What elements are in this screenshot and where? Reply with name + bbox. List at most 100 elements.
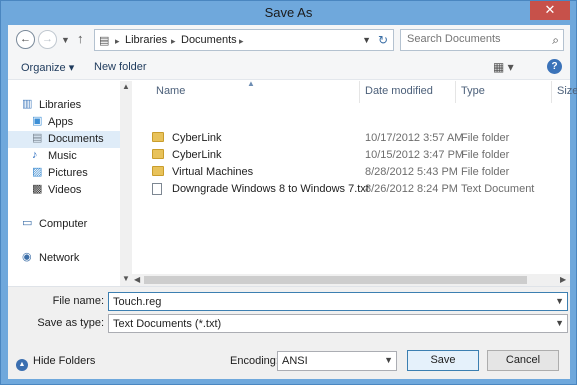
save-options-panel: File name: Touch.reg ▼ Save as type: Tex…	[8, 286, 570, 379]
chevron-down-icon[interactable]: ▼	[384, 355, 393, 365]
title-bar[interactable]: Save As ✕	[1, 1, 576, 25]
file-name-value[interactable]: Touch.reg	[113, 296, 161, 308]
file-date: 10/17/2012 3:57 AM	[365, 132, 464, 144]
column-divider[interactable]	[455, 81, 456, 103]
collapse-icon: ▲	[16, 359, 28, 371]
library-location-icon: ▤	[99, 35, 110, 47]
sidebar-item-label: Documents	[48, 133, 104, 145]
file-date: 10/15/2012 3:47 PM	[365, 149, 465, 161]
refresh-icon[interactable]: ↻	[378, 33, 388, 47]
cancel-button[interactable]: Cancel	[487, 350, 559, 371]
file-date: 8/28/2012 5:43 PM	[365, 166, 458, 178]
folder-icon	[152, 149, 164, 161]
computer-icon: ▭	[22, 217, 33, 229]
navigation-pane: ▥ Libraries ▣ Apps ▤ Documents ♪ Music ▨…	[8, 81, 132, 286]
sidebar-item-label: Libraries	[39, 99, 82, 111]
organize-menu-button[interactable]: Organize ▾	[21, 61, 74, 74]
file-type: File folder	[461, 166, 510, 178]
close-button[interactable]: ✕	[530, 1, 570, 20]
libraries-icon: ▥	[22, 98, 33, 110]
scroll-left-icon[interactable]: ◀	[134, 274, 140, 286]
command-bar: Organize ▾ New folder ▦ ▾ ?	[8, 55, 570, 80]
save-as-type-select[interactable]: Text Documents (*.txt) ▼	[108, 314, 568, 333]
sidebar-item-music[interactable]: ♪ Music	[8, 148, 120, 165]
file-name: Downgrade Windows 8 to Windows 7.txt	[172, 183, 369, 195]
file-name-field[interactable]: Touch.reg ▼	[108, 292, 568, 311]
new-folder-button[interactable]: New folder	[94, 61, 147, 73]
documents-icon: ▤	[32, 132, 43, 144]
table-row[interactable]: Virtual Machines 8/28/2012 5:43 PM File …	[132, 164, 570, 181]
file-list-horizontal-scrollbar[interactable]: ◀ ▶	[132, 274, 570, 286]
column-header-size[interactable]: Size	[557, 85, 577, 97]
save-as-dialog: Save As ✕ ← → ▼ ↑ ▤ ▸ Libraries ▸ Docume…	[0, 0, 577, 385]
breadcrumb-libraries[interactable]: Libraries	[125, 34, 167, 46]
sidebar-item-pictures[interactable]: ▨ Pictures	[8, 165, 120, 182]
forward-button[interactable]: →	[38, 30, 57, 49]
text-file-icon	[152, 183, 164, 195]
sidebar-item-label: Apps	[48, 116, 74, 128]
back-button[interactable]: ←	[16, 30, 35, 49]
folder-icon	[152, 166, 164, 178]
encoding-select[interactable]: ANSI ▼	[277, 351, 397, 371]
encoding-label: Encoding:	[230, 355, 279, 367]
recent-locations-chevron-icon[interactable]: ▼	[61, 35, 70, 45]
file-name: Virtual Machines	[172, 166, 254, 178]
change-view-icon[interactable]: ▦ ▾	[493, 60, 514, 74]
save-button[interactable]: Save	[407, 350, 479, 371]
scrollbar-thumb[interactable]	[144, 276, 527, 284]
up-arrow-icon[interactable]: ↑	[77, 31, 84, 46]
sidebar-item-label: Music	[48, 150, 77, 162]
table-row[interactable]: CyberLink 10/15/2012 3:47 PM File folder	[132, 147, 570, 164]
column-header-type[interactable]: Type	[461, 85, 485, 97]
dialog-body: ← → ▼ ↑ ▤ ▸ Libraries ▸ Documents ▸ ▼ ↻ …	[8, 25, 577, 379]
file-list: ▲ Name Date modified Type Size CyberLink…	[132, 79, 577, 286]
encoding-value: ANSI	[282, 355, 308, 367]
table-row[interactable]: Downgrade Windows 8 to Windows 7.txt 8/2…	[132, 181, 570, 198]
hide-folders-button[interactable]: ▲ Hide Folders	[16, 355, 95, 371]
sidebar-item-computer[interactable]: ▭ Computer	[8, 216, 120, 233]
window-title: Save As	[264, 5, 313, 20]
file-name: CyberLink	[172, 149, 222, 161]
sidebar-item-libraries[interactable]: ▥ Libraries	[8, 97, 120, 114]
breadcrumb-documents[interactable]: Documents	[181, 34, 237, 46]
file-type: File folder	[461, 149, 510, 161]
breadcrumb-separator-icon[interactable]: ▸	[239, 36, 244, 47]
address-dropdown-icon[interactable]: ▼	[362, 35, 371, 45]
file-name: CyberLink	[172, 132, 222, 144]
apps-icon: ▣	[32, 115, 43, 127]
file-type: Text Document	[461, 183, 535, 195]
save-as-type-value: Text Documents (*.txt)	[113, 318, 222, 330]
sidebar-item-videos[interactable]: ▩ Videos	[8, 182, 120, 199]
sidebar-item-label: Pictures	[48, 167, 88, 179]
hide-folders-label: Hide Folders	[33, 355, 96, 367]
sidebar-item-label: Computer	[39, 218, 88, 230]
scroll-up-icon[interactable]: ▲	[120, 82, 132, 91]
music-icon: ♪	[32, 149, 38, 161]
sidebar-item-network[interactable]: ◉ Network	[8, 250, 120, 267]
column-header-date-modified[interactable]: Date modified	[365, 85, 433, 97]
sidebar-item-apps[interactable]: ▣ Apps	[8, 114, 120, 131]
file-name-label: File name:	[52, 295, 104, 307]
column-divider[interactable]	[359, 81, 360, 103]
file-type: File folder	[461, 132, 510, 144]
sidebar-item-documents[interactable]: ▤ Documents	[8, 131, 120, 148]
breadcrumb-separator-icon: ▸	[171, 36, 176, 46]
help-icon[interactable]: ?	[547, 59, 562, 74]
navigation-pane-scrollbar[interactable]: ▲ ▼	[120, 81, 132, 286]
chevron-down-icon[interactable]: ▼	[555, 296, 564, 306]
sidebar-item-label: Videos	[48, 184, 82, 196]
address-bar[interactable]: ▤ ▸ Libraries ▸ Documents ▸ ▼ ↻	[94, 29, 394, 51]
search-box[interactable]: ⌕	[400, 29, 564, 51]
sidebar-item-label: Network	[39, 252, 80, 264]
column-header-name[interactable]: Name	[156, 85, 185, 97]
breadcrumb-separator-icon: ▸	[115, 36, 120, 46]
sort-ascending-icon: ▲	[247, 79, 255, 88]
scroll-down-icon[interactable]: ▼	[120, 274, 132, 283]
search-icon[interactable]: ⌕	[552, 33, 559, 48]
table-row[interactable]: CyberLink 10/17/2012 3:57 AM File folder	[132, 130, 570, 147]
column-divider[interactable]	[551, 81, 552, 103]
scroll-right-icon[interactable]: ▶	[560, 274, 566, 286]
chevron-down-icon[interactable]: ▼	[555, 318, 564, 328]
search-input[interactable]	[407, 33, 537, 45]
folder-icon	[152, 132, 164, 144]
